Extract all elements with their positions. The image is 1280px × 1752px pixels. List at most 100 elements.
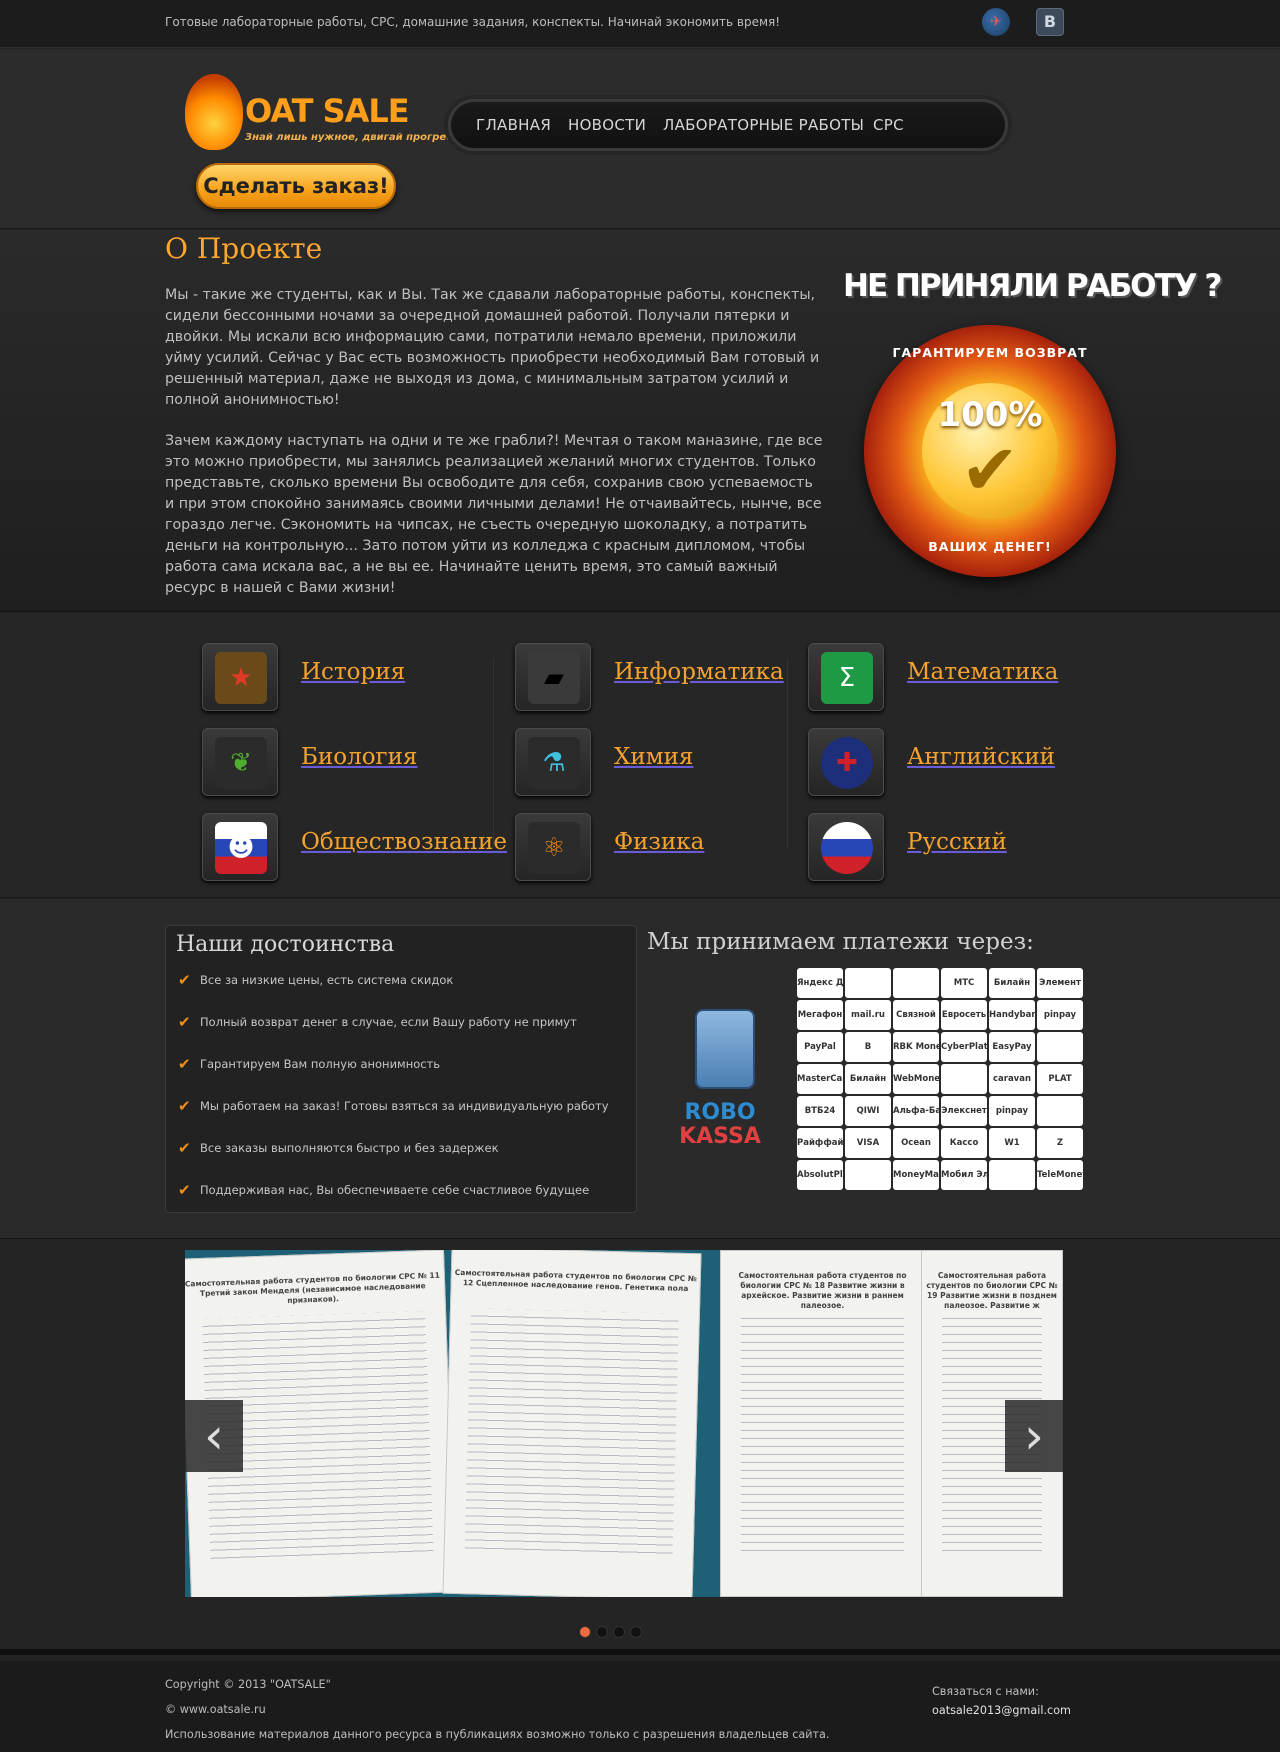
worksheet-header: Самостоятельная работа студентов по биол… bbox=[454, 1267, 697, 1293]
payment-method-logo: Элемент bbox=[1037, 968, 1083, 998]
robokassa-logo[interactable]: ROBO KASSA bbox=[665, 1009, 775, 1159]
payment-method-logo: МТС bbox=[941, 968, 987, 998]
payment-method-logo: caravan bbox=[989, 1064, 1035, 1094]
subject-icon-frame: ☻ bbox=[202, 813, 278, 881]
uk-flag-icon: ✚ bbox=[821, 737, 873, 789]
image-slider: Самостоятельная работа студентов по биол… bbox=[185, 1250, 1063, 1597]
payment-method-logo bbox=[989, 1160, 1035, 1190]
sigma-icon: Σ bbox=[821, 652, 873, 704]
checkmark-icon: ✔ bbox=[960, 429, 1020, 511]
payment-method-logo: Кассо bbox=[941, 1128, 987, 1158]
monitor-icon: ▰ bbox=[528, 652, 580, 704]
worksheet-lines bbox=[741, 1311, 904, 1556]
payment-method-logo: Мегафон bbox=[797, 1000, 843, 1030]
subject-label: Обществознание bbox=[301, 829, 507, 855]
subject-icon-frame: ⚛ bbox=[515, 813, 591, 881]
worksheet-header: Самостоятельная работа студентов по биол… bbox=[926, 1271, 1058, 1310]
site-footer: Copyright © 2013 "OATSALE" © www.oatsale… bbox=[0, 1661, 1280, 1752]
worksheet-header: Самостоятельная работа студентов по биол… bbox=[738, 1271, 907, 1310]
footer-email-link[interactable]: oatsale2013@gmail.com bbox=[932, 1704, 1071, 1717]
subject-label: Физика bbox=[614, 829, 705, 855]
advantages-payments-section: Наши достоинства ✔ Все за низкие цены, ес… bbox=[0, 899, 1280, 1239]
worksheet-photo: Самостоятельная работа студентов по биол… bbox=[442, 1250, 702, 1597]
payment-method-logo bbox=[941, 1064, 987, 1094]
flask-icon: ⚗ bbox=[528, 737, 580, 789]
slider-dot[interactable] bbox=[630, 1626, 642, 1638]
payment-method-logo bbox=[845, 968, 891, 998]
check-icon: ✔ bbox=[178, 1139, 191, 1157]
subject-icon-frame bbox=[808, 813, 884, 881]
site-logo[interactable]: OAT SALE Знай лишь нужное, двигай прогре… bbox=[185, 74, 463, 154]
payment-method-logo: pinpay bbox=[989, 1096, 1035, 1126]
about-paragraph-1: Мы - такие же студенты, как и Вы. Так же… bbox=[165, 287, 820, 408]
payment-method-logo: В bbox=[845, 1032, 891, 1062]
about-title: О Проекте bbox=[165, 232, 323, 265]
subject-icon-frame: ★ bbox=[202, 643, 278, 711]
about-paragraph-2: Зачем каждому наступать на одни и те же … bbox=[165, 433, 823, 596]
payment-method-logo: EasyPay bbox=[989, 1032, 1035, 1062]
payment-method-logo: mail.ru bbox=[845, 1000, 891, 1030]
subject-label: Английский bbox=[907, 744, 1055, 770]
logo-slogan: Знай лишь нужное, двигай прогресс! bbox=[245, 132, 463, 143]
check-icon: ✔ bbox=[178, 1013, 191, 1031]
payment-method-logo: Билайн bbox=[845, 1064, 891, 1094]
payment-method-logo: CyberPlat bbox=[941, 1032, 987, 1062]
payment-method-logo bbox=[845, 1160, 891, 1190]
slider-dot[interactable] bbox=[596, 1626, 608, 1638]
payment-method-logo: Яндекс Деньги bbox=[797, 968, 843, 998]
payment-method-logo bbox=[1037, 1032, 1083, 1062]
slider-prev-arrow[interactable]: ‹ bbox=[185, 1400, 243, 1472]
vk-icon[interactable]: В bbox=[1036, 8, 1064, 36]
payment-method-logo: PayPal bbox=[797, 1032, 843, 1062]
plane-icon[interactable]: ✈ bbox=[982, 8, 1010, 36]
worksheet-photo: Самостоятельная работа студентов по биол… bbox=[720, 1250, 925, 1597]
footer-contact-label: Связаться с нами: bbox=[932, 1685, 1039, 1698]
footer-site-link[interactable]: © www.oatsale.ru bbox=[165, 1703, 266, 1716]
robokassa-text-line2: KASSA bbox=[679, 1124, 761, 1149]
advantage-text: Все за низкие цены, есть система скидок bbox=[200, 973, 454, 987]
robokassa-text-line1: ROBO bbox=[684, 1100, 756, 1125]
payment-method-logo: PLAT bbox=[1037, 1064, 1083, 1094]
subjects-section: ★ История ▰ Информатика Σ Математика ❦ Б… bbox=[0, 613, 1280, 898]
subject-icon-frame: ✚ bbox=[808, 728, 884, 796]
subject-label: Информатика bbox=[614, 659, 784, 685]
money-back-seal: ГАРАНТИРУЕМ ВОЗВРАТ 100% ✔ ВАШИХ ДЕНЕГ! bbox=[864, 325, 1116, 577]
payment-method-logo bbox=[893, 968, 939, 998]
advantage-text: Гарантируем Вам полную анонимность bbox=[200, 1057, 441, 1071]
flame-logo-icon bbox=[185, 74, 243, 150]
subject-label: Математика bbox=[907, 659, 1059, 685]
payment-method-logo: Мобил Элемент bbox=[941, 1160, 987, 1190]
nav-item-srs[interactable]: СРС bbox=[873, 116, 904, 134]
payment-method-logo: RBK Money bbox=[893, 1032, 939, 1062]
star-medal-icon: ★ bbox=[215, 652, 267, 704]
payment-method-logo: Евросеть bbox=[941, 1000, 987, 1030]
advantages-title: Наши достоинства bbox=[176, 932, 395, 957]
payment-method-logo bbox=[1037, 1096, 1083, 1126]
nav-item-news[interactable]: НОВОСТИ bbox=[568, 116, 646, 134]
slider-next-arrow[interactable]: › bbox=[1005, 1400, 1063, 1472]
payment-method-logo: WebMoney bbox=[893, 1064, 939, 1094]
russia-flag-icon bbox=[821, 822, 873, 874]
payment-method-logo: Handybank bbox=[989, 1000, 1035, 1030]
payment-method-logo: ВТБ24 bbox=[797, 1096, 843, 1126]
payment-method-logo: MoneyMail EUR bbox=[893, 1160, 939, 1190]
nav-item-home[interactable]: ГЛАВНАЯ bbox=[476, 116, 551, 134]
slider-dot[interactable] bbox=[613, 1626, 625, 1638]
check-icon: ✔ bbox=[178, 1181, 191, 1199]
payment-methods-grid: Яндекс ДеньгиМТСБилайнЭлементМегафонmail… bbox=[797, 968, 1085, 1194]
atom-icon: ⚛ bbox=[528, 822, 580, 874]
subject-icon-frame: ❦ bbox=[202, 728, 278, 796]
site-tagline: Готовые лабораторные работы, СРС, домашн… bbox=[165, 15, 781, 29]
order-button[interactable]: Сделать заказ! bbox=[196, 163, 396, 209]
payment-method-logo: Билайн bbox=[989, 968, 1035, 998]
advantage-text: Полный возврат денег в случае, если Вашу… bbox=[200, 1015, 577, 1029]
seal-text-top: ГАРАНТИРУЕМ ВОЗВРАТ bbox=[892, 345, 1088, 360]
check-icon: ✔ bbox=[178, 971, 191, 989]
subject-icon-frame: ⚗ bbox=[515, 728, 591, 796]
advantage-text: Все заказы выполняются быстро и без заде… bbox=[200, 1141, 499, 1155]
subject-icon-frame: Σ bbox=[808, 643, 884, 711]
slider-dot[interactable] bbox=[579, 1626, 591, 1638]
check-icon: ✔ bbox=[178, 1055, 191, 1073]
nav-item-labs[interactable]: ЛАБОРАТОРНЫЕ РАБОТЫ bbox=[663, 116, 864, 134]
leaf-icon: ❦ bbox=[215, 737, 267, 789]
